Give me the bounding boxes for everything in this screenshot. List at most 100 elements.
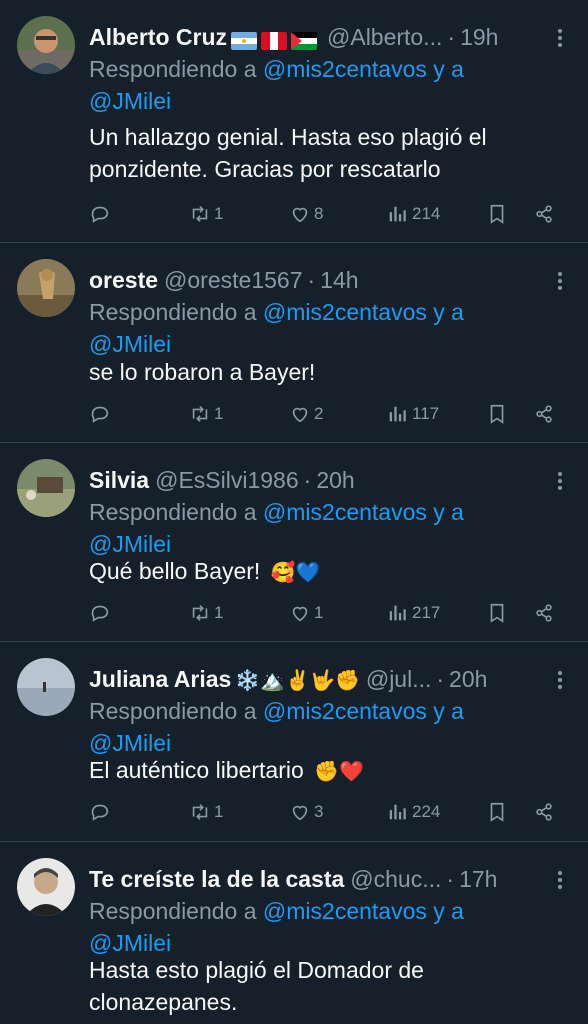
- display-name[interactable]: Silvia: [89, 467, 149, 493]
- reply-icon: [91, 406, 109, 423]
- argentina-flag-icon: [231, 31, 257, 50]
- display-name[interactable]: Te creíste la de la casta: [89, 866, 344, 892]
- like-button[interactable]: 1: [289, 598, 323, 628]
- views-button[interactable]: 117: [387, 399, 439, 429]
- view-count: 117: [412, 404, 440, 423]
- mention-link[interactable]: @JMilei: [89, 930, 171, 956]
- retweet-count: 1: [214, 204, 224, 223]
- mention-link[interactable]: @mis2centavos: [263, 299, 427, 325]
- more-icon[interactable]: [550, 26, 570, 50]
- like-button[interactable]: 2: [289, 399, 323, 429]
- bookmark-button[interactable]: [486, 797, 511, 827]
- view-count: 214: [412, 204, 441, 223]
- replying-label: Respondiendo a: [89, 499, 257, 525]
- tweet-card[interactable]: oreste @oreste1567 · 14h Respondiendo a @mi…: [0, 243, 588, 443]
- user-handle[interactable]: @chuc...: [350, 866, 441, 892]
- mention-link[interactable]: @mis2centavos: [263, 898, 427, 924]
- like-button[interactable]: 8: [289, 199, 323, 229]
- bookmark-button[interactable]: [486, 598, 511, 628]
- reply-button[interactable]: [89, 199, 114, 229]
- reply-icon: [91, 804, 109, 821]
- avatar[interactable]: [17, 459, 75, 517]
- timestamp[interactable]: 20h: [316, 467, 354, 493]
- display-name[interactable]: Alberto Cruz: [89, 24, 227, 50]
- bookmark-button[interactable]: [486, 199, 511, 229]
- bookmark-button[interactable]: [486, 399, 511, 429]
- reply-button[interactable]: [89, 598, 114, 628]
- timestamp[interactable]: 20h: [449, 666, 487, 692]
- reply-icon: [91, 206, 109, 223]
- tweet-card[interactable]: Silvia @EsSilvi1986 · 20h Respondiendo a @m…: [0, 443, 588, 642]
- tweet-card[interactable]: Alberto Cruz @Alberto... · 19h Respondiendo…: [0, 0, 588, 243]
- retweet-button[interactable]: 1: [189, 199, 223, 229]
- action-bar: 1 1 217: [89, 598, 588, 628]
- retweet-button[interactable]: 1: [189, 399, 223, 429]
- tweet-text: El auténtico libertario: [89, 757, 304, 783]
- more-icon[interactable]: [550, 269, 570, 293]
- separator-dot: ·: [307, 267, 316, 293]
- avatar[interactable]: [17, 259, 75, 317]
- retweet-icon: [192, 406, 208, 422]
- reply-button[interactable]: [89, 399, 114, 429]
- share-button[interactable]: [533, 598, 558, 628]
- timestamp[interactable]: 14h: [320, 267, 358, 293]
- like-icon: [292, 207, 308, 223]
- more-icon[interactable]: [550, 668, 570, 692]
- replying-to: Respondiendo a @mis2centavos y a @JMilei: [89, 496, 529, 560]
- views-icon: [389, 804, 406, 820]
- separator-dot: ·: [446, 866, 455, 892]
- user-handle[interactable]: @jul...: [366, 666, 432, 692]
- share-icon: [536, 604, 552, 622]
- like-button[interactable]: 3: [289, 797, 323, 827]
- mention-link[interactable]: @mis2centavos: [263, 56, 427, 82]
- reply-icon: [91, 605, 109, 622]
- replying-label: Respondiendo a: [89, 698, 257, 724]
- name-emoji: ❄️🏔️✌️🤟✊: [235, 669, 360, 692]
- display-name[interactable]: Juliana Arias: [89, 666, 231, 692]
- share-icon: [536, 803, 552, 821]
- share-button[interactable]: [533, 797, 558, 827]
- share-button[interactable]: [533, 399, 558, 429]
- reply-button[interactable]: [89, 797, 114, 827]
- view-count: 217: [412, 603, 441, 622]
- views-icon: [389, 605, 406, 621]
- display-name[interactable]: oreste: [89, 267, 158, 293]
- share-icon: [536, 205, 552, 223]
- retweet-button[interactable]: 1: [189, 797, 223, 827]
- retweet-icon: [192, 206, 208, 222]
- share-button[interactable]: [533, 199, 558, 229]
- tweet-header: Juliana Arias ❄️🏔️✌️🤟✊ @jul... · 20h: [89, 662, 544, 696]
- views-button[interactable]: 224: [387, 797, 440, 827]
- mention-link[interactable]: @JMilei: [89, 331, 171, 357]
- like-icon: [292, 805, 308, 821]
- more-icon[interactable]: [550, 868, 570, 892]
- tweet-card[interactable]: Te creíste la de la casta @chuc... · 17h Re…: [0, 842, 588, 1024]
- mention-link[interactable]: @JMilei: [89, 730, 171, 756]
- timestamp[interactable]: 17h: [459, 866, 497, 892]
- mention-link[interactable]: @mis2centavos: [263, 698, 427, 724]
- mention-link[interactable]: @JMilei: [89, 531, 171, 557]
- user-handle[interactable]: @EsSilvi1986: [155, 467, 299, 493]
- user-handle[interactable]: @Alberto...: [327, 24, 442, 50]
- mention-link[interactable]: @mis2centavos: [263, 499, 427, 525]
- retweet-button[interactable]: 1: [189, 598, 223, 628]
- views-button[interactable]: 214: [387, 199, 440, 229]
- mention-link[interactable]: @JMilei: [89, 88, 171, 114]
- tweet-emoji: ✊❤️: [314, 760, 364, 783]
- avatar[interactable]: [17, 858, 75, 916]
- separator-dot: ·: [303, 467, 312, 493]
- timestamp[interactable]: 19h: [460, 24, 498, 50]
- tweet-text: Hasta esto plagió el Domador de clonazep…: [89, 957, 424, 1015]
- tweet-text: Un hallazgo genial. Hasta eso plagió el …: [89, 124, 487, 182]
- replying-to: Respondiendo a @mis2centavos y a @JMilei: [89, 296, 529, 360]
- avatar[interactable]: [17, 16, 75, 74]
- reply-feed: Alberto Cruz @Alberto... · 19h Respondiendo…: [0, 0, 588, 1024]
- avatar[interactable]: [17, 658, 75, 716]
- tweet-card[interactable]: Juliana Arias ❄️🏔️✌️🤟✊ @jul... · 20h Respond…: [0, 642, 588, 842]
- views-button[interactable]: 217: [387, 598, 440, 628]
- separator-dot: ·: [436, 666, 445, 692]
- replying-label: Respondiendo a: [89, 898, 257, 924]
- user-handle[interactable]: @oreste1567: [164, 267, 302, 293]
- palestine-flag-icon: [291, 31, 317, 50]
- more-icon[interactable]: [550, 469, 570, 493]
